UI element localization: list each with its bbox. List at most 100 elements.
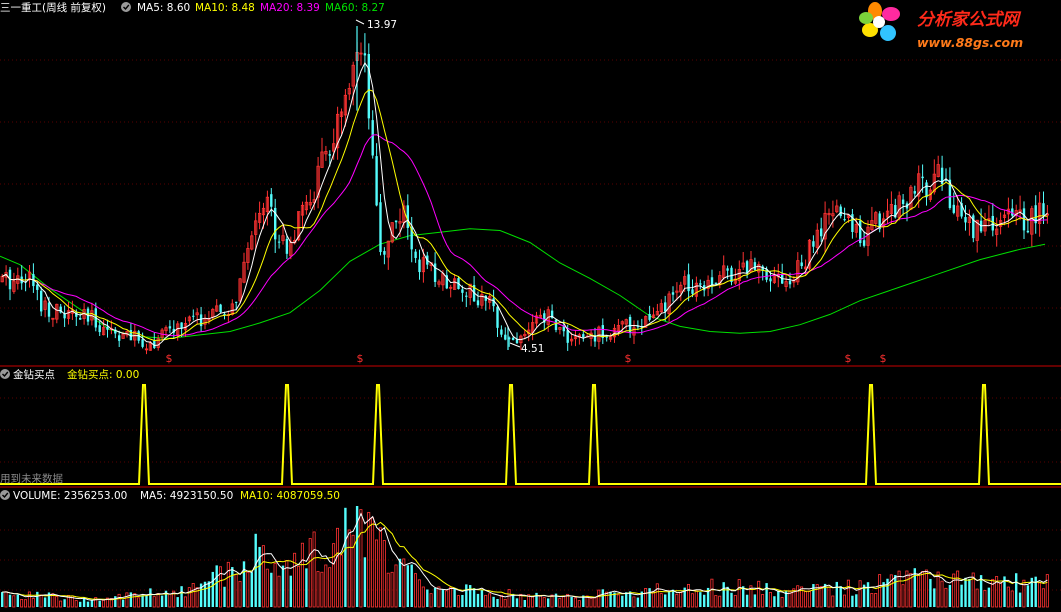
volume-bar bbox=[4, 591, 8, 608]
volume-bar bbox=[699, 592, 702, 607]
volume-bar bbox=[671, 589, 675, 607]
volume-bar bbox=[609, 591, 612, 607]
volume-bar bbox=[398, 558, 402, 607]
candle-body bbox=[235, 301, 238, 303]
volume-bar bbox=[621, 595, 624, 607]
volume-bar bbox=[948, 584, 952, 607]
volume-readout: VOLUME: 2356253.00 bbox=[13, 490, 127, 502]
volume-bar bbox=[917, 574, 921, 608]
volume-bar bbox=[636, 597, 640, 607]
candle-body bbox=[219, 304, 222, 313]
volume-bar bbox=[496, 598, 499, 607]
volume-bar bbox=[960, 584, 963, 607]
candle-body bbox=[820, 228, 823, 237]
volume-bar bbox=[145, 595, 148, 607]
candle-body bbox=[476, 300, 480, 306]
volume-bar bbox=[63, 599, 66, 607]
volume-bar bbox=[180, 586, 183, 607]
volume-bar bbox=[160, 595, 164, 607]
volume-bar bbox=[215, 565, 218, 607]
chart-title: 三一重工(周线 前复权) bbox=[0, 1, 106, 14]
candle-body bbox=[118, 335, 121, 341]
volume-bar bbox=[433, 587, 437, 607]
collapse-circle-icon[interactable] bbox=[121, 2, 131, 12]
volume-bar bbox=[324, 564, 328, 608]
volume-bar bbox=[218, 566, 222, 608]
volume-header: VOLUME: 2356253.00 MA5: 4923150.50 MA10:… bbox=[0, 490, 340, 502]
volume-bar bbox=[445, 590, 449, 608]
low-price-label: 4.51 bbox=[521, 343, 544, 355]
volume-bar bbox=[648, 588, 651, 607]
volume-bar bbox=[429, 593, 433, 608]
candle-body bbox=[769, 278, 772, 282]
site-logo: 分析家公式网 www.88gs.com bbox=[859, 2, 1023, 50]
volume-bar bbox=[277, 575, 281, 608]
logo-url: www.88gs.com bbox=[917, 35, 1023, 50]
volume-bar bbox=[987, 587, 991, 607]
candle-body bbox=[714, 282, 718, 284]
volume-bar bbox=[79, 601, 82, 607]
volume-bar bbox=[234, 574, 238, 608]
volume-bar bbox=[20, 599, 24, 608]
signal-marker: $ bbox=[357, 352, 364, 365]
candle-body bbox=[964, 217, 967, 223]
candle-body bbox=[566, 330, 569, 343]
volume-bar bbox=[968, 578, 971, 607]
candle-body bbox=[726, 268, 729, 271]
candle-body bbox=[925, 182, 928, 198]
candle-body bbox=[328, 154, 331, 156]
candle-body bbox=[687, 274, 690, 292]
candle-body bbox=[991, 215, 994, 231]
volume-bar bbox=[675, 593, 679, 608]
candle-body bbox=[47, 302, 51, 317]
main-header: 三一重工(周线 前复权) MA5: 8.60 MA10: 8.48 MA20: … bbox=[0, 1, 385, 14]
candle-body bbox=[277, 241, 281, 243]
volume-bar bbox=[878, 574, 882, 608]
volume-bar bbox=[359, 509, 363, 608]
volume-bar bbox=[866, 582, 870, 607]
ma10-line bbox=[1, 89, 1048, 342]
volume-bar bbox=[687, 583, 691, 608]
volume-bar bbox=[804, 591, 808, 608]
volume-bar bbox=[644, 588, 648, 608]
volume-bar bbox=[547, 598, 550, 607]
volume-bar bbox=[141, 595, 144, 607]
volume-bar bbox=[339, 554, 343, 608]
volume-bar bbox=[133, 593, 137, 608]
volume-bar bbox=[39, 594, 43, 608]
collapse-circle-icon[interactable] bbox=[0, 369, 10, 379]
signal-marker: $ bbox=[845, 352, 852, 365]
volume-bar bbox=[480, 589, 484, 607]
volume-bar bbox=[121, 599, 125, 607]
volume-panel bbox=[1, 506, 1049, 608]
candle-body bbox=[952, 204, 955, 213]
volume-bar bbox=[1018, 592, 1022, 607]
volume-bar bbox=[737, 579, 741, 608]
ma60-line-layer bbox=[0, 228, 1046, 339]
volume-ma5-line bbox=[2, 512, 1048, 601]
volume-bar bbox=[651, 591, 655, 608]
collapse-circle-icon[interactable] bbox=[0, 490, 10, 500]
volume-bar bbox=[114, 596, 117, 607]
candle-body bbox=[664, 302, 667, 312]
volume-bar bbox=[1015, 573, 1018, 607]
candle-body bbox=[504, 334, 507, 340]
candle-body bbox=[465, 295, 468, 297]
volume-bar bbox=[924, 569, 928, 608]
volume-bar bbox=[16, 594, 19, 607]
volume-bar bbox=[453, 588, 456, 607]
volume-bar bbox=[211, 571, 214, 607]
volume-bar bbox=[983, 589, 987, 608]
volume-bar bbox=[43, 597, 47, 607]
indicator-name: 金钻买点 bbox=[13, 368, 55, 381]
volume-bar bbox=[542, 597, 546, 608]
volume-bar bbox=[378, 527, 382, 608]
volume-bar bbox=[765, 583, 768, 607]
volume-bar bbox=[187, 587, 191, 608]
candle-body bbox=[371, 120, 374, 156]
candle-body bbox=[753, 262, 757, 270]
candle-body bbox=[363, 53, 367, 56]
candle-body bbox=[98, 325, 101, 333]
signal-marker: $ bbox=[880, 352, 887, 365]
volume-bar bbox=[851, 595, 854, 607]
